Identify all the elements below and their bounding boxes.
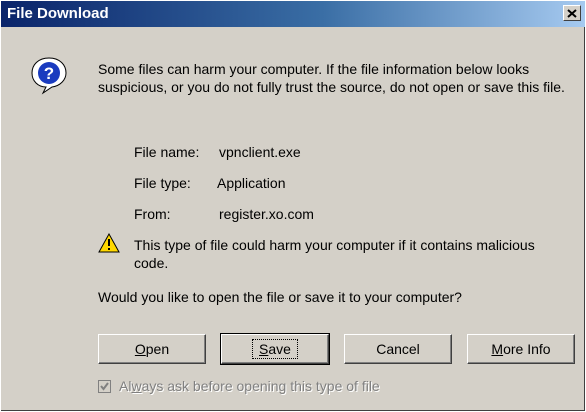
more-info-button-label: More Info [491, 341, 551, 357]
file-name-value: vpnclient.exe [219, 144, 301, 160]
file-download-dialog: File Download ? Some files can harm your… [0, 0, 586, 412]
svg-text:?: ? [44, 64, 54, 83]
always-ask-checkbox-row[interactable]: Always ask before opening this type of f… [98, 378, 380, 394]
always-ask-label: Always ask before opening this type of f… [119, 378, 380, 394]
question-text: Would you like to open the file or save … [98, 289, 462, 305]
more-info-button[interactable]: More Info [467, 334, 575, 364]
save-button-label: Save [252, 339, 298, 359]
checkmark-icon [100, 381, 109, 391]
cancel-button[interactable]: Cancel [344, 334, 452, 364]
intro-text: Some files can harm your computer. If th… [98, 61, 565, 95]
open-button[interactable]: Open [98, 334, 206, 364]
question-icon: ? [31, 57, 67, 95]
close-button[interactable] [563, 5, 581, 21]
file-type-value: Application [217, 175, 286, 191]
close-icon [567, 8, 577, 18]
from-value: register.xo.com [219, 206, 314, 222]
always-ask-checkbox[interactable] [98, 379, 111, 393]
title-bar: File Download [1, 1, 585, 27]
warning-icon [98, 233, 120, 253]
file-name-label: File name: [134, 144, 200, 160]
cancel-button-label: Cancel [376, 341, 420, 357]
warning-text: This type of file could harm your comput… [134, 237, 535, 271]
file-type-label: File type: [134, 175, 191, 191]
from-label: From: [134, 206, 171, 222]
dialog-title: File Download [7, 5, 109, 22]
open-button-label: Open [134, 341, 170, 357]
save-button[interactable]: Save [220, 333, 330, 365]
